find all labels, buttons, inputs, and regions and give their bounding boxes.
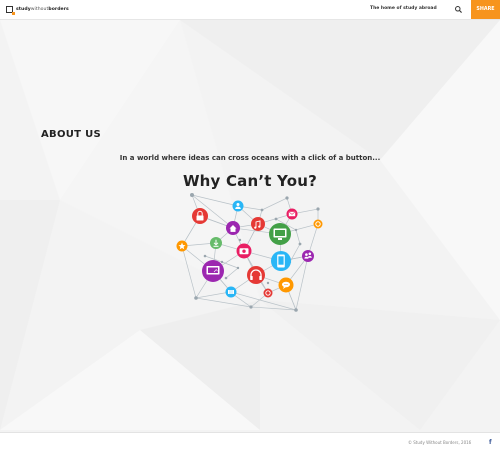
mail-icon	[286, 208, 298, 220]
network-nodes	[190, 193, 320, 312]
share-button[interactable]: SHARE	[471, 0, 500, 19]
site-logo[interactable]: studywithoutborders	[6, 3, 69, 15]
people-icon	[302, 250, 314, 262]
network-illustration	[176, 193, 323, 312]
site-tagline: The home of study abroad	[370, 6, 437, 11]
logo-mark-icon	[6, 5, 15, 15]
laptop-icon	[202, 260, 224, 282]
headphones-icon	[247, 266, 265, 284]
phone-icon	[271, 251, 291, 271]
gear-icon	[313, 219, 323, 229]
star-icon	[176, 240, 188, 252]
logo-text: studywithoutborders	[16, 6, 69, 12]
music-icon	[251, 217, 265, 231]
record-icon	[263, 288, 273, 298]
top-header: studywithoutborders The home of study ab…	[0, 0, 500, 20]
search-icon[interactable]	[454, 5, 463, 14]
download-icon	[210, 237, 222, 249]
film-icon	[225, 286, 237, 298]
person-icon	[232, 200, 244, 212]
monitor-icon	[269, 223, 291, 245]
chat-icon	[278, 277, 294, 293]
home-icon	[226, 221, 240, 235]
facebook-icon[interactable]: f	[489, 439, 495, 446]
footer: © Study Without Borders, 2016 f	[0, 432, 500, 451]
camera-icon	[236, 243, 252, 259]
copyright-text: © Study Without Borders, 2016	[408, 440, 472, 445]
lock-icon	[192, 208, 208, 224]
